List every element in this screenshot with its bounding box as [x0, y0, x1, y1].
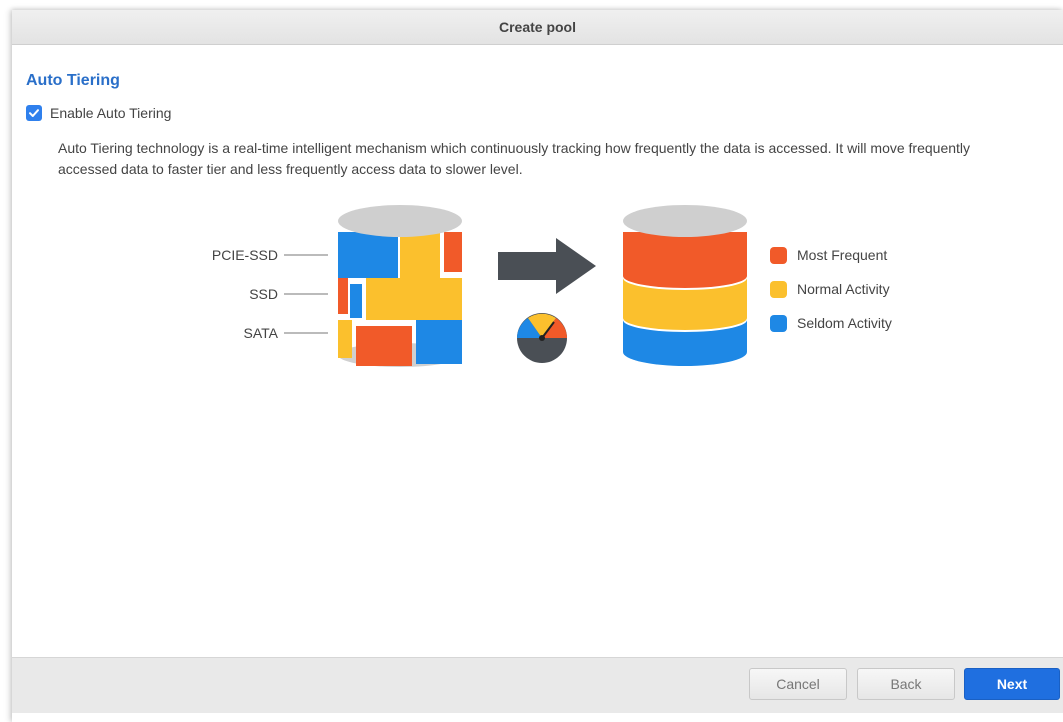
legend-label: Normal Activity — [797, 281, 890, 297]
sorted-tier-database-illustration — [623, 205, 747, 366]
cancel-button[interactable]: Cancel — [749, 668, 847, 700]
legend-item-seldom-activity: Seldom Activity — [770, 306, 892, 340]
legend-label: Most Frequent — [797, 247, 888, 263]
legend-swatch-seldom-activity — [770, 314, 787, 332]
gauge-icon — [517, 313, 567, 363]
mixed-tier-database-illustration — [338, 205, 462, 367]
arrow-right-icon — [498, 238, 596, 294]
tier-label-sata: SATA — [244, 325, 279, 341]
next-button[interactable]: Next — [964, 668, 1060, 700]
legend-item-most-frequent: Most Frequent — [770, 238, 892, 272]
legend-swatch-normal-activity — [770, 280, 787, 298]
auto-tiering-diagram: PCIE-SSD SSD SATA — [212, 205, 747, 367]
dialog-footer: Cancel Back Next — [12, 657, 1063, 713]
back-button[interactable]: Back — [857, 668, 955, 700]
tier-label-ssd: SSD — [249, 286, 278, 302]
legend-swatch-most-frequent — [770, 246, 787, 264]
activity-legend: Most Frequent Normal Activity Seldom Act… — [770, 238, 892, 340]
tier-label-pcie-ssd: PCIE-SSD — [212, 247, 278, 263]
legend-label: Seldom Activity — [797, 315, 892, 331]
legend-item-normal-activity: Normal Activity — [770, 272, 892, 306]
